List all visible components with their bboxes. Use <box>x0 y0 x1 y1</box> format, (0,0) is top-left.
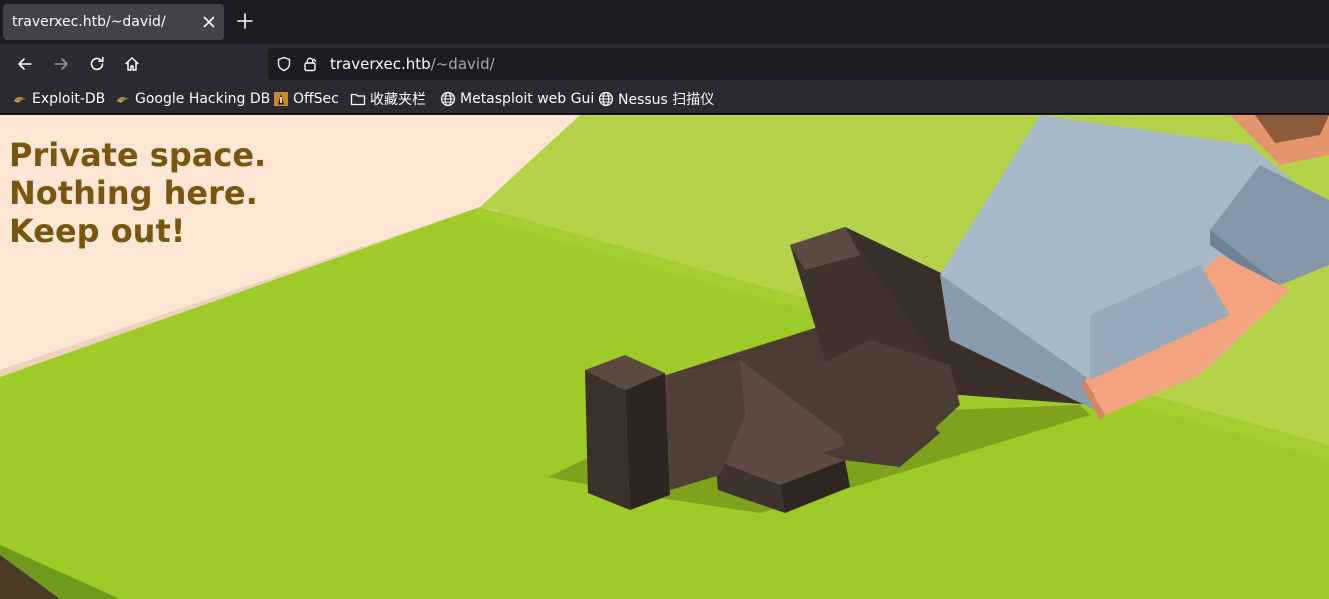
tab-strip: traverxec.htb/~david/ <box>0 0 1329 44</box>
new-tab-button[interactable] <box>235 11 255 31</box>
bookmark-nessus[interactable]: Nessus 扫描仪 <box>598 90 714 108</box>
nav-toolbar: traverxec.htb/~david/ <box>0 44 1329 84</box>
home-button[interactable] <box>120 52 144 76</box>
arrow-left-icon <box>18 58 32 70</box>
bookmark-label: Nessus 扫描仪 <box>618 92 715 108</box>
bookmark-label: OffSec <box>293 91 339 107</box>
close-icon[interactable] <box>200 13 218 31</box>
shield-icon[interactable] <box>276 56 292 76</box>
tab-title: traverxec.htb/~david/ <box>12 14 166 30</box>
bookmark-exploit-db[interactable]: Exploit-DB <box>12 90 105 108</box>
bookmarks-toolbar: Exploit-DB Google Hacking DB OffSec 收藏夹栏… <box>0 84 1329 114</box>
url-bar[interactable]: traverxec.htb/~david/ <box>268 48 1329 80</box>
back-button[interactable] <box>13 52 37 76</box>
reload-icon <box>90 56 104 71</box>
home-icon <box>125 57 139 71</box>
offsec-icon <box>273 91 289 107</box>
bookmark-label: Exploit-DB <box>32 91 106 107</box>
forward-button[interactable] <box>49 52 73 76</box>
globe-icon <box>598 91 614 107</box>
bookmark-offsec[interactable]: OffSec <box>273 90 339 108</box>
arrow-right-icon <box>54 58 68 70</box>
heading-line: Private space. <box>9 136 267 174</box>
url-path: /~david/ <box>430 55 495 73</box>
bookmark-label: Google Hacking DB <box>135 91 271 107</box>
url-text[interactable]: traverxec.htb/~david/ <box>330 55 495 73</box>
url-host: traverxec.htb <box>330 55 431 73</box>
tab-active[interactable]: traverxec.htb/~david/ <box>3 4 224 40</box>
heading-line: Nothing here. <box>9 174 258 212</box>
page-viewport: Private space. Nothing here. Keep out! <box>0 115 1329 599</box>
lock-icon[interactable] <box>302 56 318 76</box>
globe-icon <box>440 91 456 107</box>
bookmark-label: Metasploit web Gui <box>460 91 595 107</box>
bookmark-metasploit[interactable]: Metasploit web Gui <box>440 90 594 108</box>
bookmark-label: 收藏夹栏 <box>370 92 426 108</box>
ghdb-icon <box>115 91 131 107</box>
page-heading: Private space. Nothing here. Keep out! <box>9 136 266 250</box>
folder-icon <box>350 91 366 107</box>
reload-button[interactable] <box>85 52 109 76</box>
bookmark-folder[interactable]: 收藏夹栏 <box>350 90 426 108</box>
bookmark-google-hacking-db[interactable]: Google Hacking DB <box>115 90 270 108</box>
heading-line: Keep out! <box>9 212 186 250</box>
exploitdb-icon <box>12 91 28 107</box>
